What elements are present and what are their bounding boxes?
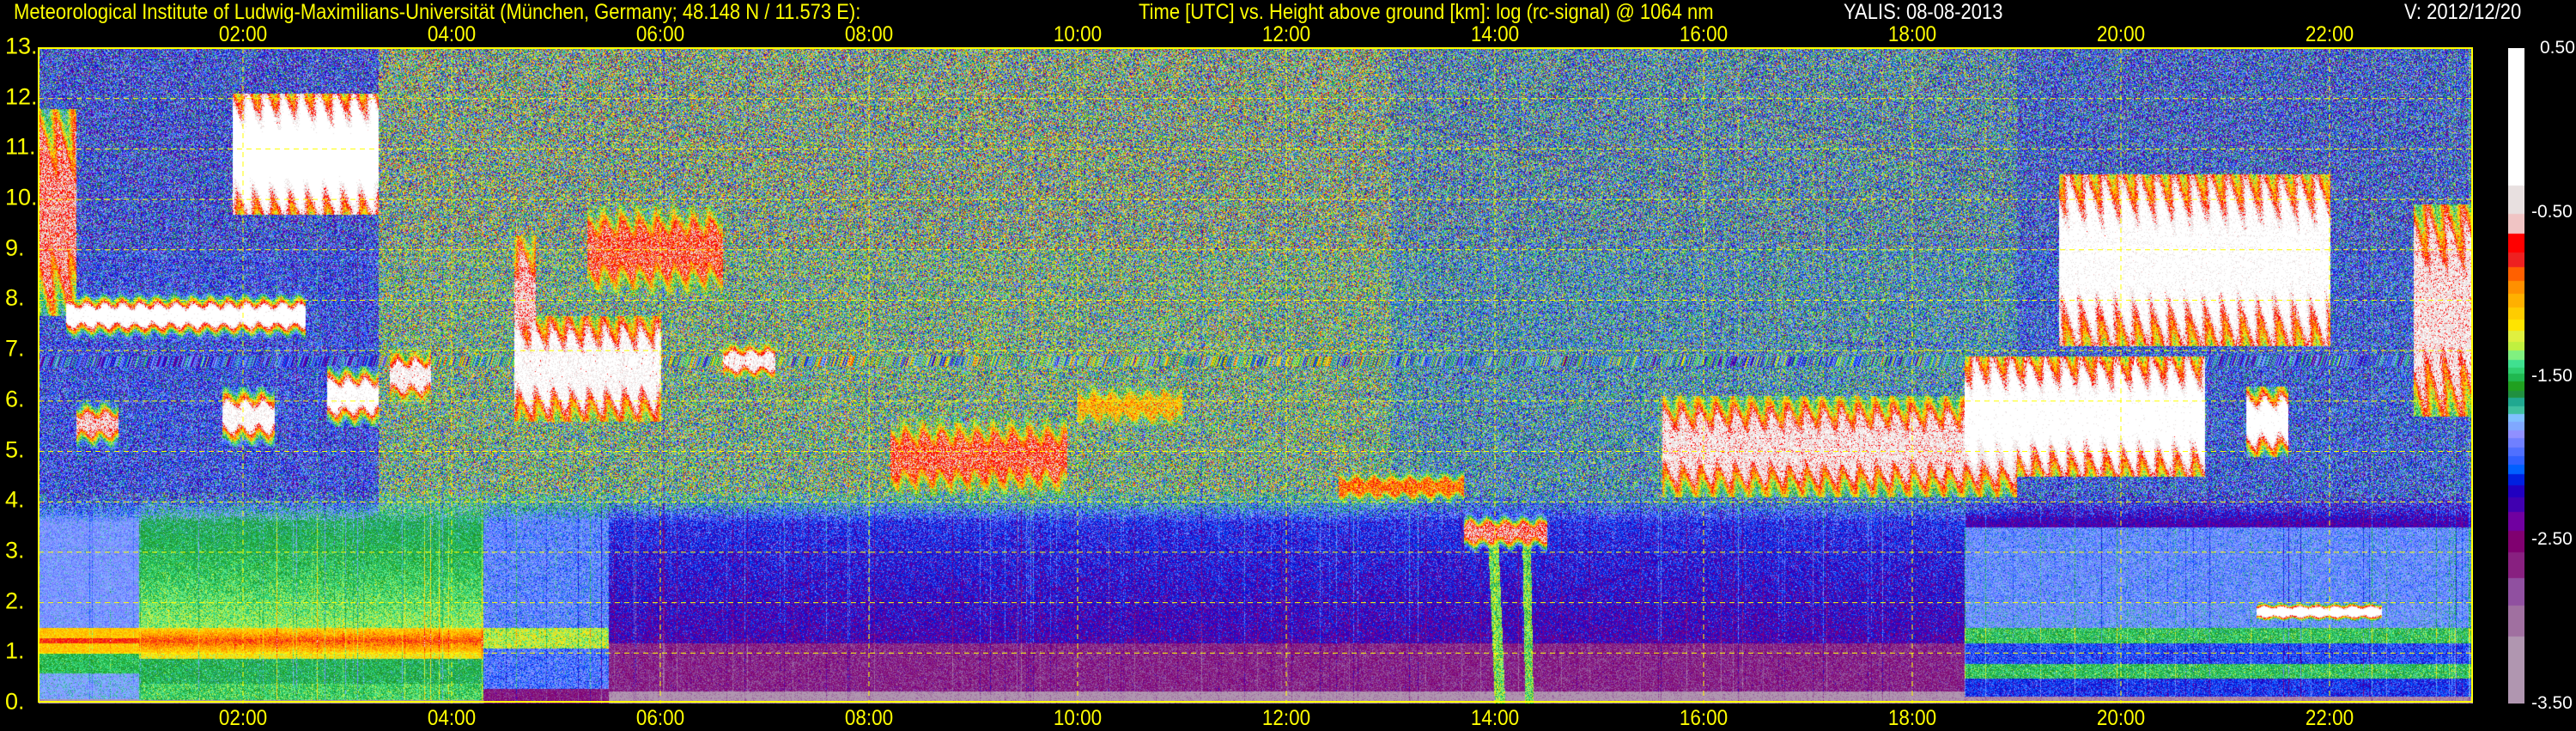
y-tick-label: 13.: [5, 33, 38, 59]
x-tick-label-bottom: 12:00: [1261, 706, 1311, 730]
x-tick-label-bottom: 10:00: [1053, 706, 1103, 730]
version-label: V: 2012/12/20: [2404, 0, 2522, 24]
x-tick-label-bottom: 06:00: [635, 706, 685, 730]
y-tick-label: 0.: [5, 688, 25, 715]
y-tick-label: 10.: [5, 184, 38, 210]
x-tick-label-top: 22:00: [2305, 22, 2354, 46]
x-tick-label-top: 04:00: [427, 22, 477, 46]
y-tick-label: 2.: [5, 588, 25, 614]
y-tick-label: 12.: [5, 83, 38, 110]
y-tick-label: 9.: [5, 235, 25, 261]
colorbar-tick-label: 0.50: [2540, 38, 2575, 58]
x-tick-label-top: 16:00: [1679, 22, 1728, 46]
y-tick-label: 6.: [5, 386, 25, 412]
y-tick-label: 3.: [5, 537, 25, 563]
x-tick-label-bottom: 16:00: [1679, 706, 1728, 730]
x-tick-label-bottom: 20:00: [2096, 706, 2146, 730]
x-tick-label-bottom: 02:00: [218, 706, 268, 730]
x-tick-label-bottom: 22:00: [2305, 706, 2354, 730]
x-tick-label-top: 20:00: [2096, 22, 2146, 46]
y-tick-label: 11.: [5, 133, 36, 160]
instrument-date: YALIS: 08-08-2013: [1844, 0, 2003, 24]
x-tick-label-top: 02:00: [218, 22, 268, 46]
colorbar: [2508, 48, 2524, 704]
x-tick-label-bottom: 04:00: [427, 706, 477, 730]
y-tick-label: 1.: [5, 637, 25, 664]
colorbar-tick-label: -2.50: [2531, 529, 2573, 550]
colorbar-tick-label: -3.50: [2531, 693, 2573, 713]
institute-title: Meteorological Institute of Ludwig-Maxim…: [14, 0, 861, 24]
colorbar-tick-label: -1.50: [2531, 365, 2573, 386]
x-tick-label-bottom: 08:00: [844, 706, 894, 730]
grid-lines: [39, 48, 2473, 704]
plot-description: Time [UTC] vs. Height above ground [km]:…: [1139, 0, 1714, 24]
y-tick-label: 4.: [5, 486, 25, 513]
y-tick-label: 8.: [5, 284, 25, 311]
x-tick-label-top: 08:00: [844, 22, 894, 46]
x-tick-label-top: 18:00: [1887, 22, 1937, 46]
x-tick-label-top: 14:00: [1470, 22, 1520, 46]
y-tick-label: 7.: [5, 335, 25, 362]
x-tick-label-top: 10:00: [1053, 22, 1103, 46]
colorbar-tick-label: -0.50: [2531, 201, 2573, 222]
x-tick-label-top: 12:00: [1261, 22, 1311, 46]
y-tick-label: 5.: [5, 436, 25, 463]
x-tick-label-top: 06:00: [635, 22, 685, 46]
x-tick-label-bottom: 18:00: [1887, 706, 1937, 730]
x-tick-label-bottom: 14:00: [1470, 706, 1520, 730]
